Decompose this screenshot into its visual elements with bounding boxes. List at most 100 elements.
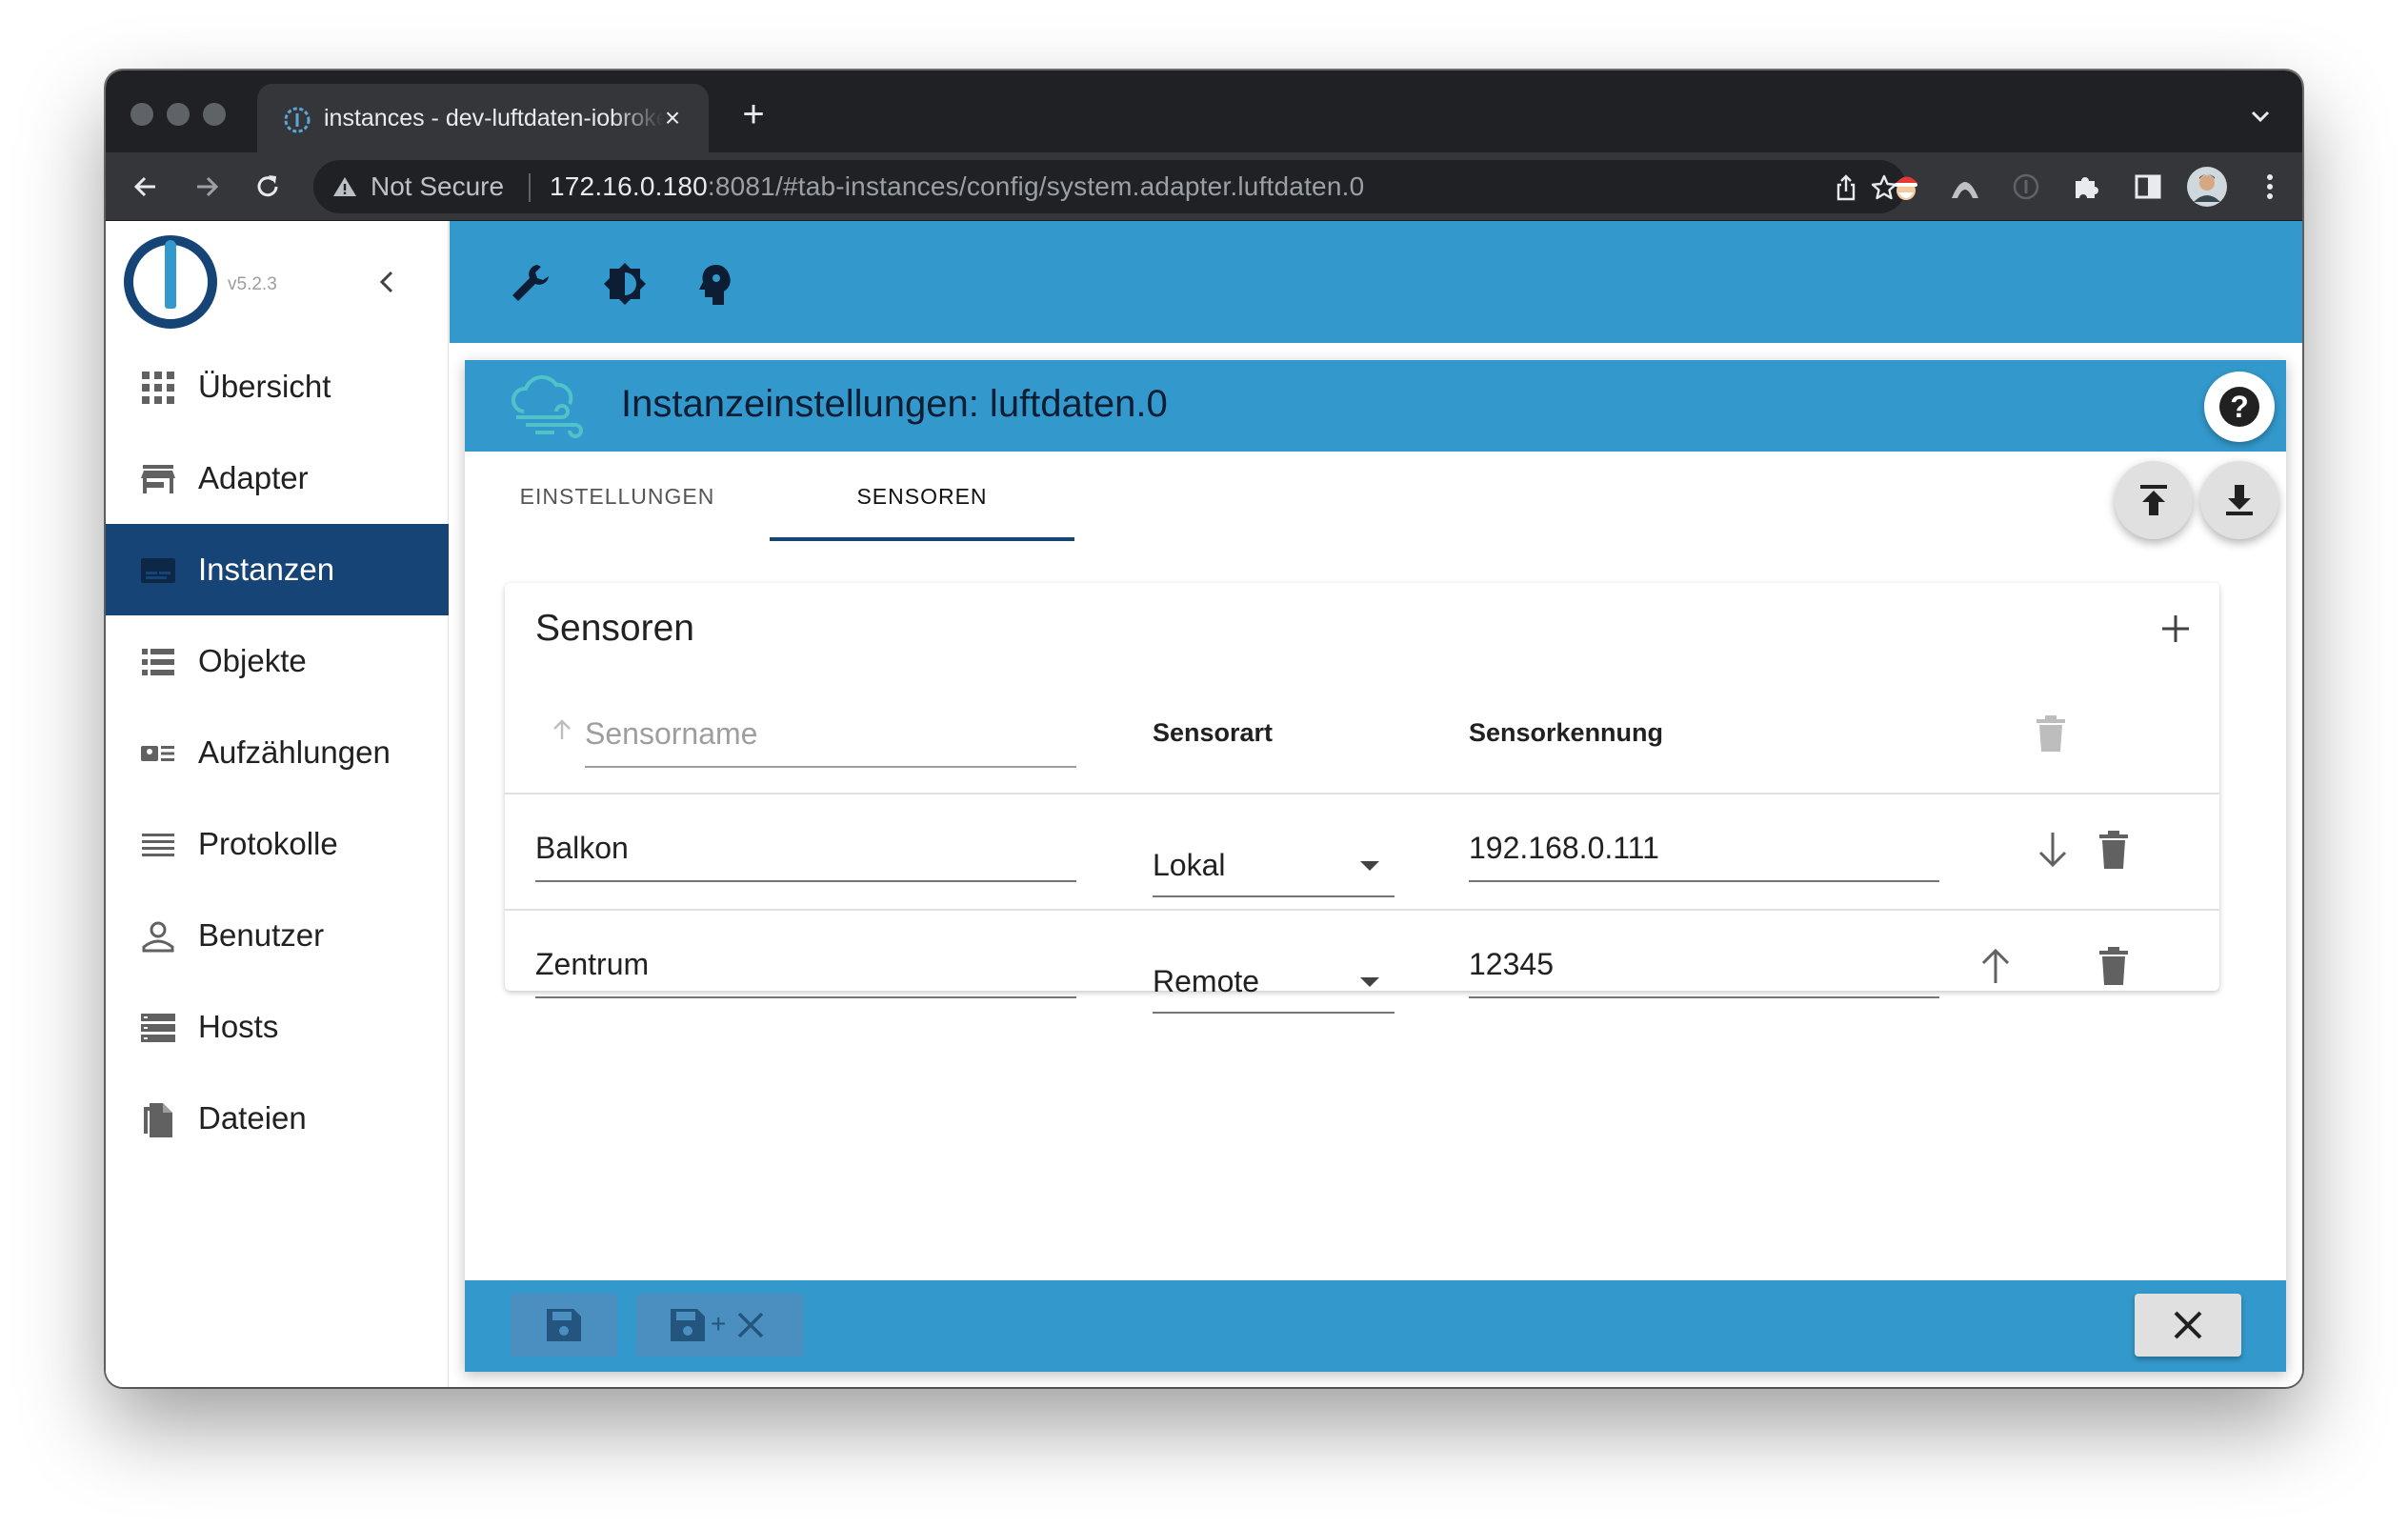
browser-menu-icon[interactable] xyxy=(2253,170,2287,204)
hosts-icon xyxy=(141,1014,175,1042)
dropdown-arrow-icon xyxy=(1360,977,1379,987)
sensor-name-field[interactable]: Balkon xyxy=(535,823,1076,882)
log-icon xyxy=(142,834,174,856)
iobroker-extension-icon[interactable] xyxy=(2009,170,2043,204)
table-row: Zentrum Remote 12345 xyxy=(505,911,2219,1027)
plus-label: + xyxy=(711,1309,727,1338)
sidebar-item-label: Hosts xyxy=(198,1009,279,1044)
settings-tabs: EINSTELLUNGEN SENSOREN xyxy=(465,452,2286,541)
app-version: v5.2.3 xyxy=(228,274,277,294)
move-up-icon[interactable] xyxy=(1976,945,2016,987)
trash-icon[interactable] xyxy=(2096,945,2132,987)
sidebar-item-protokolle[interactable]: Protokolle xyxy=(106,798,449,890)
wrench-icon[interactable] xyxy=(509,261,554,307)
iobroker-app: v5.2.3 Übersicht Adapter Instanzen Objek… xyxy=(106,221,2302,1387)
omnibox-divider xyxy=(529,173,531,202)
sensor-id-field[interactable]: 192.168.0.111 xyxy=(1469,823,1939,882)
help-icon: ? xyxy=(2219,387,2259,427)
chevron-left-icon[interactable] xyxy=(371,265,405,299)
sidebar-item-benutzer[interactable]: Benutzer xyxy=(106,890,449,981)
table-header-row: Sensorname Sensorart Sensorkennung xyxy=(505,678,2219,794)
url-path: :8081/#tab-instances/config/system.adapt… xyxy=(707,171,1365,201)
save-icon xyxy=(547,1309,581,1341)
instances-icon xyxy=(141,558,175,583)
sensor-id-field[interactable]: 12345 xyxy=(1469,939,1939,998)
close-icon xyxy=(2174,1311,2202,1339)
sort-arrow-up-icon[interactable] xyxy=(549,716,575,743)
close-window-dot[interactable] xyxy=(130,103,153,126)
sidebar-item-label: Übersicht xyxy=(198,369,331,404)
sidebar-item-label: Protokolle xyxy=(198,826,338,861)
upload-config-button[interactable] xyxy=(2115,461,2193,539)
profile-avatar-icon[interactable] xyxy=(2186,166,2228,208)
reload-icon[interactable] xyxy=(251,170,285,204)
dialog-title: Instanzeinstellungen: luftdaten.0 xyxy=(621,383,1168,425)
save-button[interactable] xyxy=(511,1294,617,1357)
address-bar[interactable]: Not Secure 172.16.0.180:8081/#tab-instan… xyxy=(313,160,1906,213)
sidebar-item-dateien[interactable]: Dateien xyxy=(106,1073,449,1164)
browser-tab[interactable]: instances - dev-luftdaten-iobroker × xyxy=(257,84,709,152)
sidebar-item-label: Dateien xyxy=(198,1100,307,1136)
sensor-type-value: Lokal xyxy=(1153,848,1226,882)
upload-icon xyxy=(2140,485,2167,515)
sensor-name-field[interactable]: Zentrum xyxy=(535,939,1076,998)
santa-extension-icon[interactable] xyxy=(1889,170,1923,204)
close-x-icon xyxy=(737,1312,764,1338)
dialog-header: Instanzeinstellungen: luftdaten.0 ? xyxy=(465,360,2286,452)
sidebar-item-aufzaehlungen[interactable]: Aufzählungen xyxy=(106,707,449,798)
url-text[interactable]: 172.16.0.180:8081/#tab-instances/config/… xyxy=(550,171,1364,202)
puzzle-extensions-icon[interactable] xyxy=(2070,170,2104,204)
save-and-close-button[interactable]: + xyxy=(636,1294,804,1357)
sidebar-item-uebersicht[interactable]: Übersicht xyxy=(106,341,449,432)
new-tab-button[interactable]: + xyxy=(734,95,773,135)
download-config-button[interactable] xyxy=(2200,461,2278,539)
sensorname-filter-input[interactable]: Sensorname xyxy=(585,699,1076,768)
files-icon xyxy=(144,1103,172,1137)
maximize-window-dot[interactable] xyxy=(203,103,226,126)
tab-close-icon[interactable]: × xyxy=(659,105,686,131)
save-icon xyxy=(671,1309,705,1341)
back-icon[interactable] xyxy=(129,170,163,204)
side-panel-icon[interactable] xyxy=(2131,170,2165,204)
add-icon[interactable] xyxy=(2155,608,2197,650)
sidebar-item-objekte[interactable]: Objekte xyxy=(106,615,449,707)
share-icon[interactable] xyxy=(1832,173,1860,202)
sidebar-item-adapter[interactable]: Adapter xyxy=(106,432,449,524)
tab-einstellungen[interactable]: EINSTELLUNGEN xyxy=(465,452,770,541)
download-icon xyxy=(2226,485,2253,515)
tab-title: instances - dev-luftdaten-iobroker xyxy=(324,105,663,131)
url-host: 172.16.0.180 xyxy=(550,171,708,201)
warning-icon xyxy=(333,177,356,196)
minimize-window-dot[interactable] xyxy=(167,103,190,126)
iobroker-favicon-icon xyxy=(284,107,311,133)
help-button[interactable]: ? xyxy=(2204,372,2275,442)
arc-extension-icon[interactable] xyxy=(1948,170,1982,204)
browser-toolbar: Not Secure 172.16.0.180:8081/#tab-instan… xyxy=(106,152,2302,221)
tab-strip: instances - dev-luftdaten-iobroker × + xyxy=(106,70,2302,152)
sidebar-item-label: Instanzen xyxy=(198,552,335,587)
grid-icon xyxy=(142,372,174,404)
expert-mode-head-icon[interactable] xyxy=(693,261,739,307)
move-down-icon[interactable] xyxy=(2033,829,2073,871)
security-indicator[interactable]: Not Secure xyxy=(332,171,504,201)
sidebar-item-label: Adapter xyxy=(198,460,309,495)
list-icon xyxy=(142,649,174,675)
sensor-type-value: Remote xyxy=(1153,964,1260,998)
brightness-icon[interactable] xyxy=(602,261,648,307)
enum-icon xyxy=(141,746,174,761)
sensor-type-select[interactable]: Lokal xyxy=(1153,836,1395,897)
trash-icon[interactable] xyxy=(2096,829,2132,871)
sidebar-item-label: Aufzählungen xyxy=(198,734,391,770)
sidebar-item-label: Benutzer xyxy=(198,917,325,953)
iobroker-logo-icon xyxy=(124,235,217,329)
sidebar-item-instanzen[interactable]: Instanzen xyxy=(106,524,449,615)
dropdown-arrow-icon xyxy=(1360,861,1379,871)
tab-sensoren[interactable]: SENSOREN xyxy=(770,452,1074,541)
sidebar-item-hosts[interactable]: Hosts xyxy=(106,981,449,1073)
chevron-down-icon[interactable] xyxy=(2247,103,2274,130)
sensor-type-select[interactable]: Remote xyxy=(1153,953,1395,1014)
instance-settings-dialog: Instanzeinstellungen: luftdaten.0 ? EINS… xyxy=(465,360,2286,1372)
close-dialog-button[interactable] xyxy=(2135,1294,2241,1357)
active-tab-indicator xyxy=(770,537,1074,541)
forward-icon[interactable] xyxy=(190,170,224,204)
